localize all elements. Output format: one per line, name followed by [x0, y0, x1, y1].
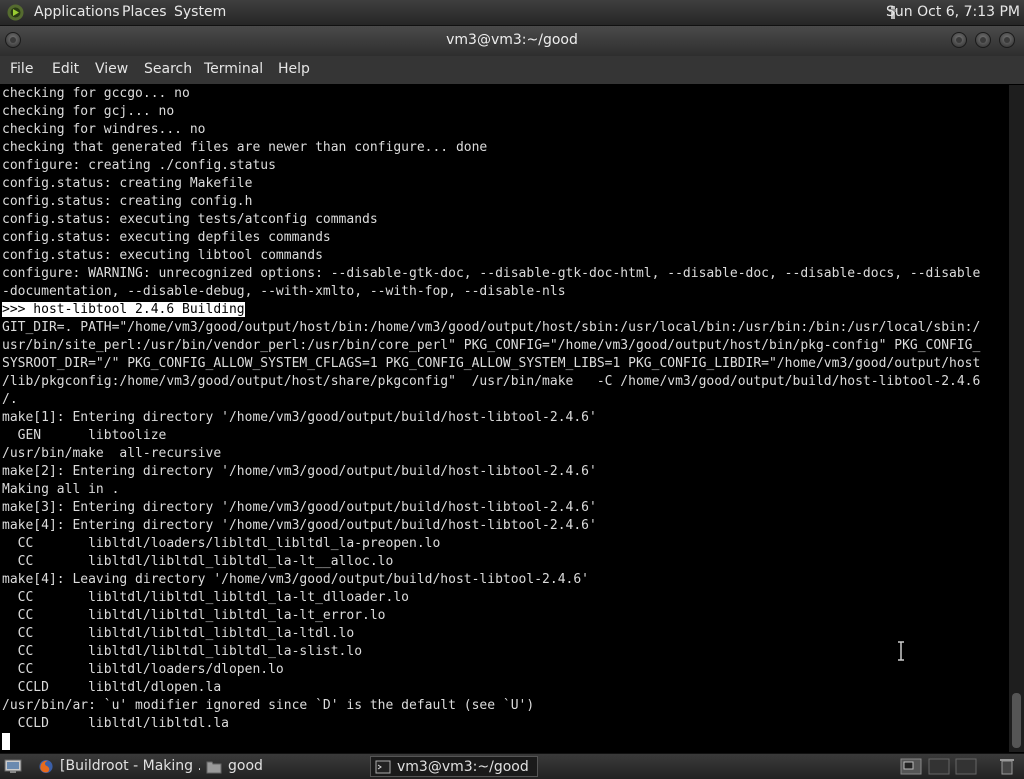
terminal-line: configure: WARNING: unrecognized options…: [2, 266, 981, 281]
terminal-line: usr/bin/site_perl:/usr/bin/vendor_perl:/…: [2, 338, 981, 353]
terminal-line: CC libltdl/loaders/dlopen.lo: [2, 662, 284, 677]
terminal-line: CC libltdl/libltdl_libltdl_la-lt_dlloade…: [2, 590, 409, 605]
terminal-line: GEN libtoolize: [2, 428, 167, 443]
folder-icon: [206, 761, 222, 774]
taskbar-label: good: [228, 758, 263, 774]
taskbar-item-browser[interactable]: [Buildroot - Making ...: [34, 756, 200, 777]
terminal-line: /lib/pkgconfig:/home/vm3/good/output/hos…: [2, 374, 981, 389]
scrollbar-thumb[interactable]: [1012, 693, 1021, 748]
window-titlebar[interactable]: vm3@vm3:~/good: [0, 26, 1024, 56]
terminal-line: /usr/bin/ar: `u' modifier ignored since …: [2, 698, 535, 713]
build-status-highlight: >>> host-libtool 2.4.6 Building: [2, 302, 245, 317]
text-cursor-icon: [898, 641, 904, 661]
terminal-line: Making all in .: [2, 482, 120, 497]
terminal-line: /usr/bin/make all-recursive: [2, 446, 222, 461]
trash-icon[interactable]: [996, 758, 1018, 775]
terminal-line: config.status: creating Makefile: [2, 176, 253, 191]
top-panel: Applications Places System Sun Oct 6, 7:…: [0, 0, 1024, 26]
maximize-button[interactable]: [975, 32, 991, 48]
clock[interactable]: Sun Oct 6, 7:13 PM: [886, 4, 1020, 20]
terminal-line: -documentation, --disable-debug, --with-…: [2, 284, 566, 299]
window-title: vm3@vm3:~/good: [446, 32, 578, 48]
terminal-line: CC libltdl/libltdl_libltdl_la-lt_error.l…: [2, 608, 386, 623]
terminal-highlight-line: >>> host-libtool 2.4.6 Building: [0, 301, 1009, 319]
terminal-line: checking that generated files are newer …: [2, 140, 488, 155]
bottom-panel: [Buildroot - Making ... good vm3@vm3:~/g…: [0, 753, 1024, 779]
taskbar-item-terminal[interactable]: vm3@vm3:~/good: [370, 756, 538, 777]
terminal-line: config.status: executing depfiles comman…: [2, 230, 331, 245]
terminal-line: config.status: creating config.h: [2, 194, 253, 209]
workspace-2-icon[interactable]: [928, 758, 950, 775]
menu-terminal[interactable]: Terminal: [204, 61, 263, 77]
terminal-scrollbar[interactable]: [1009, 85, 1024, 752]
menu-view[interactable]: View: [95, 61, 128, 77]
workspace-3-icon[interactable]: [955, 758, 977, 775]
terminal-lines-after: GIT_DIR=. PATH="/home/vm3/good/output/ho…: [0, 319, 1009, 733]
taskbar-label: [Buildroot - Making ...: [60, 758, 200, 774]
taskbar-item-folder[interactable]: good: [202, 756, 362, 777]
terminal-line: make[1]: Entering directory '/home/vm3/g…: [2, 410, 597, 425]
places-menu[interactable]: Places: [122, 4, 167, 20]
terminal-line: CCLD libltdl/dlopen.la: [2, 680, 222, 695]
taskbar-label: vm3@vm3:~/good: [397, 759, 529, 775]
show-desktop-icon[interactable]: [4, 759, 22, 774]
menu-edit[interactable]: Edit: [52, 61, 79, 77]
terminal-line: config.status: executing tests/atconfig …: [2, 212, 378, 227]
applications-icon[interactable]: [7, 4, 24, 21]
terminal-line: CC libltdl/libltdl_libltdl_la-lt__alloc.…: [2, 554, 394, 569]
terminal-line: SYSROOT_DIR="/" PKG_CONFIG_ALLOW_SYSTEM_…: [2, 356, 981, 371]
terminal-line: GIT_DIR=. PATH="/home/vm3/good/output/ho…: [2, 320, 981, 335]
menu-help[interactable]: Help: [278, 61, 310, 77]
menu-search[interactable]: Search: [144, 61, 192, 77]
terminal-line: config.status: executing libtool command…: [2, 248, 323, 263]
terminal-line: CC libltdl/libltdl_libltdl_la-ltdl.lo: [2, 626, 355, 641]
system-menu[interactable]: System: [174, 4, 226, 20]
terminal-icon: [375, 760, 391, 774]
terminal-line: make[4]: Entering directory '/home/vm3/g…: [2, 518, 597, 533]
terminal-menubar: File Edit View Search Terminal Help: [0, 56, 1024, 84]
terminal-line: /.: [2, 392, 18, 407]
terminal-prompt-line[interactable]: [0, 733, 1009, 752]
terminal-line: make[4]: Leaving directory '/home/vm3/go…: [2, 572, 589, 587]
terminal-line: checking for gccgo... no: [2, 86, 190, 101]
terminal-lines-before: checking for gccgo... no checking for gc…: [0, 85, 1009, 301]
menu-file[interactable]: File: [10, 61, 33, 77]
minimize-button[interactable]: [951, 32, 967, 48]
close-button[interactable]: [999, 32, 1015, 48]
firefox-icon: [39, 759, 53, 774]
terminal-line: make[3]: Entering directory '/home/vm3/g…: [2, 500, 597, 515]
terminal-line: CC libltdl/loaders/libltdl_libltdl_la-pr…: [2, 536, 441, 551]
terminal-output[interactable]: checking for gccgo... no checking for gc…: [0, 85, 1009, 752]
workspace-switcher-icon[interactable]: [900, 758, 922, 775]
applications-menu[interactable]: Applications: [34, 4, 120, 20]
terminal-cursor: [2, 733, 10, 750]
terminal-line: checking for windres... no: [2, 122, 206, 137]
terminal-line: configure: creating ./config.status: [2, 158, 276, 173]
terminal-line: make[2]: Entering directory '/home/vm3/g…: [2, 464, 597, 479]
terminal-line: CCLD libltdl/libltdl.la: [2, 716, 229, 731]
terminal-line: checking for gcj... no: [2, 104, 175, 119]
terminal-line: CC libltdl/libltdl_libltdl_la-slist.lo: [2, 644, 363, 659]
